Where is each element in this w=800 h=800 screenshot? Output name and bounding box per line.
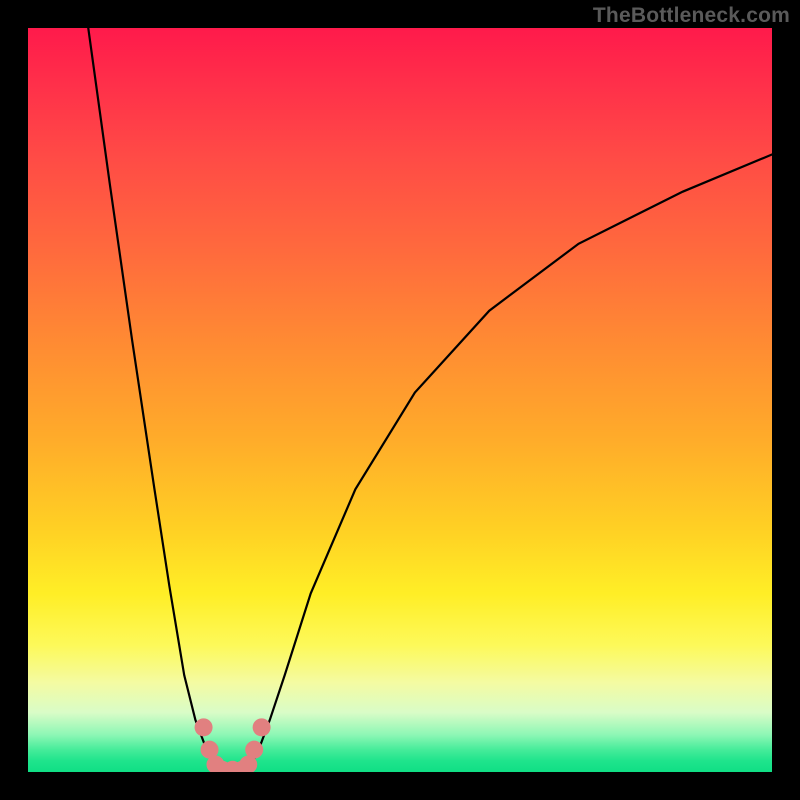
plot-area [28, 28, 772, 772]
watermark-text: TheBottleneck.com [593, 4, 790, 28]
curve-left-branch [88, 28, 219, 772]
valley-marker [253, 718, 271, 736]
chart-frame: TheBottleneck.com [0, 0, 800, 800]
valley-marker [195, 718, 213, 736]
valley-marker [245, 741, 263, 759]
curve-right-branch [246, 154, 772, 772]
curve-layer [28, 28, 772, 772]
